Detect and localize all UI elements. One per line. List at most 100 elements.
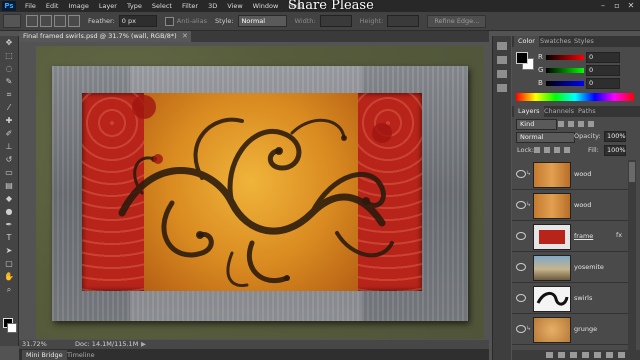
subtract-selection-icon[interactable] (54, 15, 66, 27)
blur-tool-icon[interactable]: ◆ (1, 193, 17, 205)
menu-3d[interactable]: 3D (203, 0, 222, 12)
close-document-icon[interactable]: ✕ (182, 31, 188, 42)
color-r-value[interactable]: 0 (586, 52, 620, 63)
healing-brush-tool-icon[interactable]: ✚ (1, 115, 17, 127)
brush-tool-icon[interactable]: ✐ (1, 128, 17, 140)
history-panel-icon[interactable] (497, 42, 507, 50)
menu-layer[interactable]: Layer (94, 0, 122, 12)
zoom-level[interactable]: 31.72% (22, 340, 47, 349)
lock-transparent-icon[interactable] (534, 147, 540, 153)
tool-preset-picker[interactable] (3, 14, 21, 28)
filter-pixel-icon[interactable] (558, 121, 564, 127)
lock-image-icon[interactable] (544, 147, 550, 153)
new-group-icon[interactable] (594, 352, 601, 358)
antialias-checkbox[interactable] (164, 16, 174, 26)
layer-fx-badge[interactable]: fx (616, 231, 622, 239)
layer-filter-kind[interactable]: Kind (516, 119, 557, 130)
history-brush-tool-icon[interactable]: ↺ (1, 154, 17, 166)
new-selection-icon[interactable] (26, 15, 38, 27)
layer-row[interactable]: ↳ wood (512, 159, 628, 190)
properties-panel-icon[interactable] (497, 70, 507, 78)
status-menu-arrow-icon[interactable]: ▶ (141, 340, 146, 349)
move-tool-icon[interactable]: ✥ (1, 37, 17, 49)
document-canvas[interactable] (36, 46, 484, 339)
layer-row[interactable]: yosemite (512, 252, 628, 283)
filter-adjustment-icon[interactable] (568, 121, 574, 127)
layer-name[interactable]: wood (574, 200, 591, 210)
menu-edit[interactable]: Edit (41, 0, 64, 12)
visibility-eye-icon[interactable] (516, 201, 526, 209)
lock-position-icon[interactable] (554, 147, 560, 153)
layer-name[interactable]: yosemite (574, 262, 604, 272)
lasso-tool-icon[interactable]: ◌ (1, 63, 17, 75)
add-layer-style-icon[interactable] (558, 352, 565, 358)
color-g-value[interactable]: 0 (586, 65, 620, 76)
refine-edge-button[interactable]: Refine Edge... (427, 14, 487, 28)
type-tool-icon[interactable]: T (1, 232, 17, 244)
fill-input[interactable]: 100% (604, 145, 626, 156)
menu-view[interactable]: View (222, 0, 247, 12)
layer-row[interactable]: ↳ grunge (512, 314, 628, 345)
layer-name[interactable]: wood (574, 169, 591, 179)
menu-window[interactable]: Window (248, 0, 284, 12)
layer-row[interactable]: frame fx (512, 221, 628, 252)
info-panel-icon[interactable] (497, 84, 507, 92)
document-tab[interactable]: Final framed swirls.psd @ 31.7% (wall, R… (19, 31, 191, 42)
layer-name[interactable]: grunge (574, 324, 597, 334)
shape-tool-icon[interactable]: ▢ (1, 258, 17, 270)
color-b-slider[interactable] (546, 81, 584, 86)
layer-name[interactable]: swirls (574, 293, 592, 303)
pen-tool-icon[interactable]: ✒ (1, 219, 17, 231)
opacity-input[interactable]: 100% (604, 131, 626, 142)
zoom-tool-icon[interactable]: ⌕ (1, 284, 17, 296)
intersect-selection-icon[interactable] (68, 15, 80, 27)
layer-name[interactable]: frame (574, 231, 593, 241)
visibility-eye-icon[interactable] (516, 232, 526, 240)
menu-type[interactable]: Type (122, 0, 147, 12)
filter-type-icon[interactable] (578, 121, 584, 127)
style-select[interactable]: Normal (237, 15, 287, 27)
feather-input[interactable]: 0 px (118, 15, 157, 27)
color-g-slider[interactable] (546, 68, 584, 73)
crop-tool-icon[interactable]: ⌗ (1, 89, 17, 101)
blend-mode-select[interactable]: Normal (516, 132, 575, 143)
actions-panel-icon[interactable] (497, 56, 507, 64)
layer-row[interactable]: swirls (512, 283, 628, 314)
lock-all-icon[interactable] (564, 147, 570, 153)
new-layer-icon[interactable] (606, 352, 613, 358)
dodge-tool-icon[interactable]: ● (1, 206, 17, 218)
visibility-eye-icon[interactable] (516, 294, 526, 302)
height-input[interactable] (387, 15, 420, 27)
tab-styles[interactable]: Styles (570, 36, 598, 47)
menu-file[interactable]: File (20, 0, 41, 12)
menu-select[interactable]: Select (147, 0, 177, 12)
visibility-eye-icon[interactable] (516, 263, 526, 271)
menu-image[interactable]: Image (63, 0, 93, 12)
eyedropper-tool-icon[interactable]: ⁄ (1, 102, 17, 114)
marquee-tool-icon[interactable]: ⬚ (1, 50, 17, 62)
eraser-tool-icon[interactable]: ▭ (1, 167, 17, 179)
minimize-button[interactable]: – (596, 0, 610, 12)
quick-select-tool-icon[interactable]: ✎ (1, 76, 17, 88)
visibility-eye-icon[interactable] (516, 170, 526, 178)
add-selection-icon[interactable] (40, 15, 52, 27)
tab-mini-bridge[interactable]: Mini Bridge (22, 350, 67, 360)
clone-stamp-tool-icon[interactable]: ⊥ (1, 141, 17, 153)
filter-shape-icon[interactable] (588, 121, 594, 127)
restore-button[interactable]: ▫ (610, 0, 624, 12)
link-layers-icon[interactable] (546, 352, 553, 358)
hand-tool-icon[interactable]: ✋ (1, 271, 17, 283)
layers-scrollbar-thumb[interactable] (629, 162, 635, 182)
add-mask-icon[interactable] (570, 352, 577, 358)
tab-paths[interactable]: Paths (574, 106, 600, 117)
close-window-button[interactable]: ✕ (624, 0, 638, 12)
color-spectrum-ramp[interactable] (516, 93, 634, 101)
background-color-swatch[interactable] (7, 323, 17, 333)
width-input[interactable] (319, 15, 352, 27)
delete-layer-icon[interactable] (618, 352, 625, 358)
layers-scrollbar[interactable] (628, 160, 636, 350)
color-r-slider[interactable] (546, 55, 584, 60)
tab-timeline[interactable]: Timeline (63, 350, 99, 360)
path-select-tool-icon[interactable]: ➤ (1, 245, 17, 257)
new-adjustment-layer-icon[interactable] (582, 352, 589, 358)
